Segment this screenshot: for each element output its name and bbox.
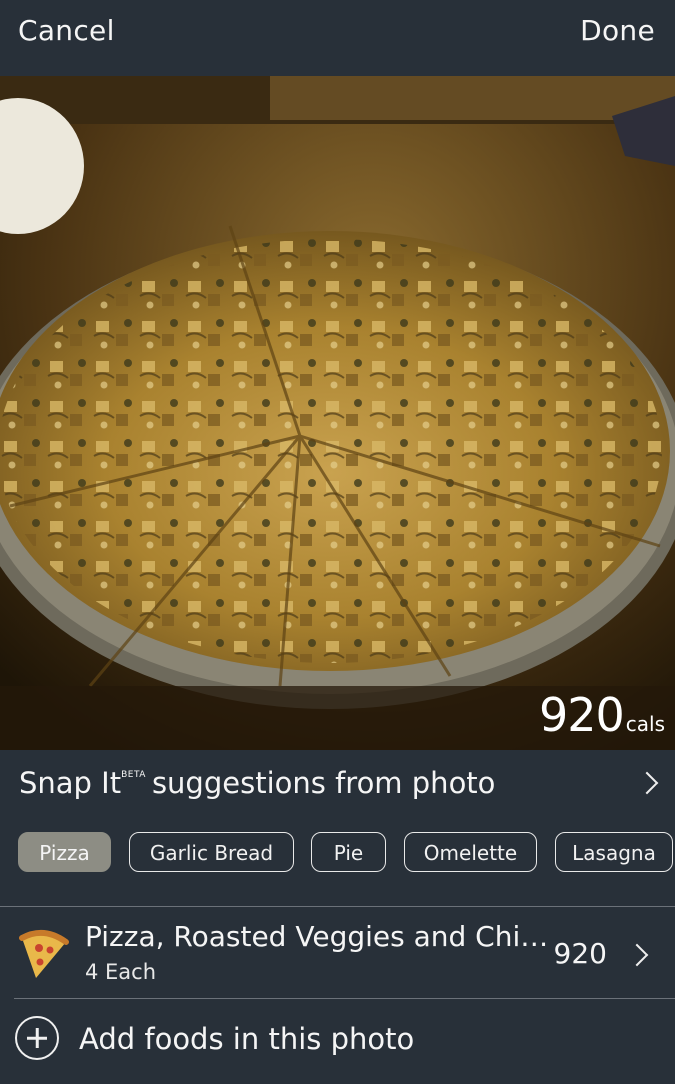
chip-lasagna[interactable]: Lasagna bbox=[555, 832, 673, 872]
beta-badge: BETA bbox=[121, 770, 146, 780]
plus-circle-icon bbox=[15, 1016, 59, 1060]
add-foods-row[interactable]: Add foods in this photo bbox=[0, 1000, 675, 1084]
cancel-button[interactable]: Cancel bbox=[18, 14, 115, 47]
navigation-bar: Cancel Done bbox=[0, 0, 675, 76]
snap-it-subtitle: suggestions from photo bbox=[151, 766, 496, 800]
snap-it-label: Snap It bbox=[19, 766, 122, 800]
divider bbox=[14, 998, 675, 999]
chip-pizza[interactable]: Pizza bbox=[18, 832, 111, 872]
done-button[interactable]: Done bbox=[580, 14, 655, 47]
chip-pie[interactable]: Pie bbox=[311, 832, 386, 872]
food-photo: 920 cals bbox=[0, 76, 675, 750]
chip-garlic-bread[interactable]: Garlic Bread bbox=[129, 832, 294, 872]
food-entry-row[interactable]: Pizza, Roasted Veggies and Chi… 4 Each 9… bbox=[0, 908, 675, 998]
divider bbox=[0, 906, 675, 907]
pizza-icon bbox=[14, 926, 70, 987]
calories-unit: cals bbox=[625, 712, 665, 736]
chip-omelette[interactable]: Omelette bbox=[404, 832, 537, 872]
suggestion-chips: Pizza Garlic Bread Pie Omelette Lasagna bbox=[0, 832, 675, 878]
add-foods-label: Add foods in this photo bbox=[79, 1022, 415, 1056]
chevron-right-icon bbox=[635, 771, 659, 795]
chevron-right-icon bbox=[625, 943, 649, 967]
snap-it-suggestions-row[interactable]: Snap ItBETA suggestions from photo bbox=[0, 750, 675, 816]
snap-it-title: Snap ItBETA suggestions from photo bbox=[19, 766, 495, 800]
food-name: Pizza, Roasted Veggies and Chi… bbox=[85, 920, 549, 953]
pizza-photo-illustration bbox=[0, 76, 675, 750]
food-calories: 920 bbox=[553, 937, 607, 970]
calories-value: 920 bbox=[538, 688, 625, 742]
food-quantity: 4 Each bbox=[85, 960, 157, 984]
photo-calories: 920 cals bbox=[539, 688, 665, 742]
